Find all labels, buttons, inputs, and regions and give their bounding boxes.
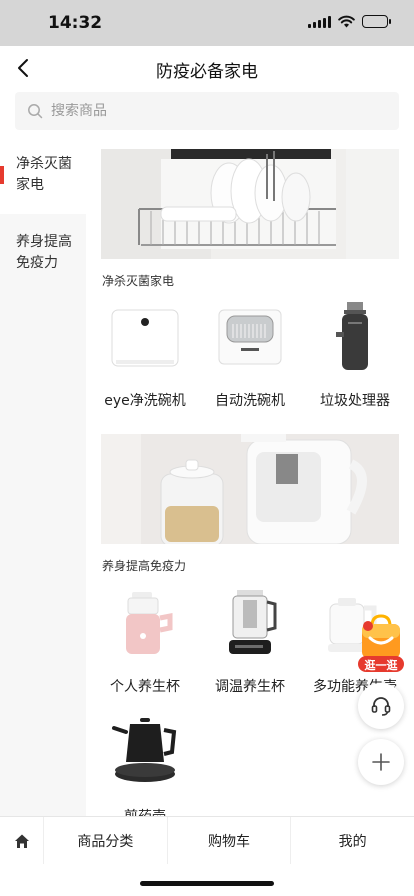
tab-profile[interactable]: 我的 [291, 817, 414, 864]
tab-home[interactable] [0, 817, 44, 864]
tab-label: 购物车 [208, 833, 250, 850]
product-name: eye净洗碗机 [104, 393, 186, 409]
search-bar [0, 90, 414, 136]
product-card[interactable]: 个人养生杯 [95, 588, 195, 708]
promo-label: 逛一逛 [364, 659, 398, 672]
sidebar-item-label: 净杀灭菌家电 [16, 156, 72, 193]
status-time: 14:32 [48, 13, 103, 33]
product-name: 垃圾处理器 [320, 393, 390, 409]
sidebar-item-label: 养身提高免疫力 [16, 234, 72, 271]
product-card[interactable]: eye净洗碗机 [95, 302, 195, 422]
battery-icon [362, 15, 391, 28]
banner-health[interactable] [101, 434, 399, 544]
headset-icon [371, 697, 391, 716]
countertop-dishwasher-image [218, 309, 282, 365]
plus-icon [372, 753, 390, 771]
home-icon [14, 834, 29, 848]
dishwasher-banner-image [101, 149, 399, 259]
search-box[interactable] [15, 92, 399, 130]
tab-label: 我的 [338, 833, 367, 850]
safe-area [0, 864, 414, 896]
pink-health-cup-image [126, 592, 173, 654]
product-card[interactable]: 垃圾处理器 [305, 302, 405, 422]
customer-service-button[interactable] [358, 683, 404, 729]
food-waste-disposer-image [336, 302, 368, 370]
glass-health-kettle-image [229, 590, 277, 654]
black-herb-kettle-image [112, 718, 177, 782]
section-title: 净杀灭菌家电 [102, 274, 175, 288]
product-card[interactable]: 煎药壶 [95, 718, 195, 816]
product-name: 个人养生杯 [110, 679, 180, 695]
tab-cart[interactable]: 购物车 [168, 817, 292, 864]
signal-icon [308, 15, 331, 28]
product-name: 调温养生杯 [215, 679, 285, 695]
product-name: 煎药壶 [89, 806, 201, 816]
wifi-icon [338, 15, 355, 28]
product-name: 自动洗碗机 [215, 393, 285, 409]
search-icon [28, 104, 43, 119]
search-input[interactable] [51, 103, 371, 119]
sidebar-item-health[interactable]: 养身提高免疫力 [0, 214, 86, 292]
page-title: 防疫必备家电 [156, 62, 258, 82]
promo-float-button[interactable]: 逛一逛 [356, 614, 406, 676]
product-card[interactable]: 自动洗碗机 [200, 302, 300, 422]
sidebar-item-sterilization[interactable]: 净杀灭菌家电 [0, 136, 86, 214]
tab-categories[interactable]: 商品分类 [44, 817, 168, 864]
health-pot-banner-image [101, 434, 399, 544]
nav-bar: 防疫必备家电 [0, 46, 414, 90]
product-card[interactable]: 调温养生杯 [200, 588, 300, 708]
status-icons [308, 15, 391, 28]
home-indicator [140, 881, 274, 886]
tab-label: 商品分类 [77, 833, 134, 850]
add-button[interactable] [358, 739, 404, 785]
white-dishwasher-image [111, 309, 179, 367]
status-bar: 14:32 [0, 0, 414, 46]
category-sidebar: 净杀灭菌家电 养身提高免疫力 [0, 136, 86, 816]
section-title: 养身提高免疫力 [102, 559, 187, 573]
bottom-tab-bar: 商品分类 购物车 我的 [0, 816, 414, 864]
banner-sterilization[interactable] [101, 149, 399, 259]
